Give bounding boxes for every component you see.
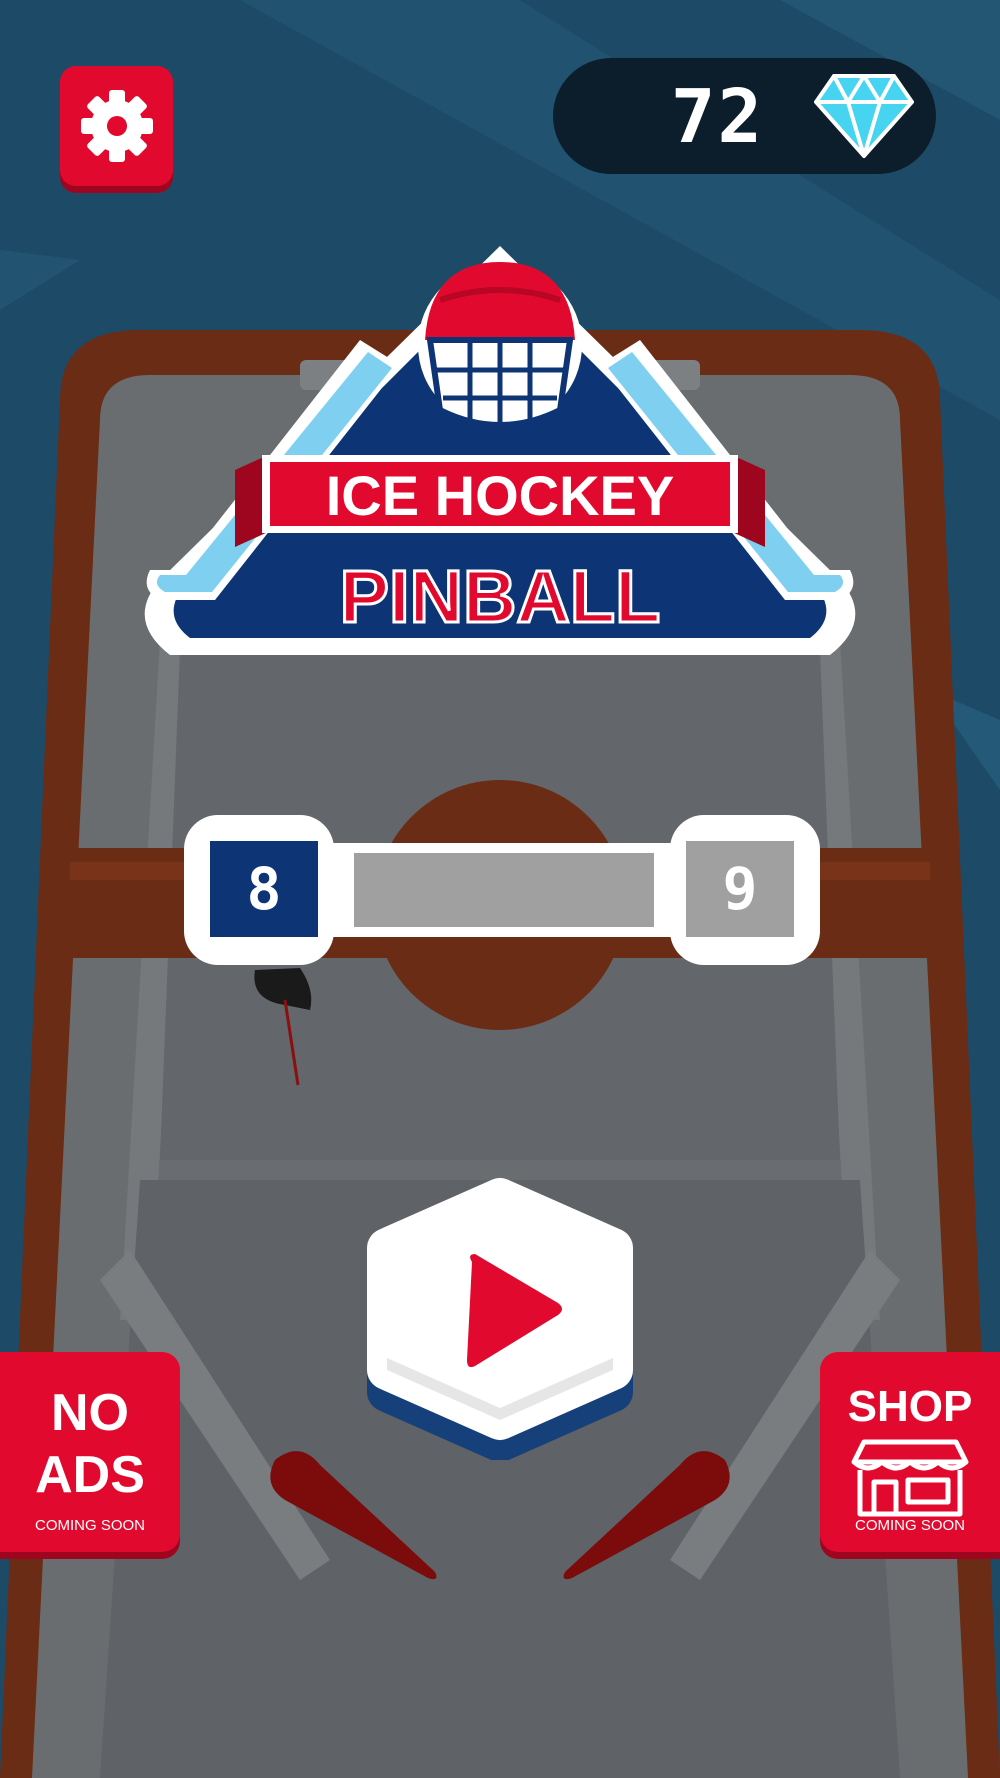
gear-icon <box>81 90 153 162</box>
store-icon <box>851 1439 969 1517</box>
diamond-icon <box>814 74 914 158</box>
shop-coming-soon: COMING SOON <box>854 1517 965 1534</box>
shop-button[interactable]: SHOP COMING SOON <box>820 1352 1000 1552</box>
shop-label: SHOP <box>847 1382 973 1431</box>
play-button[interactable] <box>355 1170 645 1462</box>
settings-button[interactable] <box>60 66 173 186</box>
logo-title-line1: ICE HOCKEY <box>326 464 675 527</box>
score-progress-bar <box>354 853 654 927</box>
score-cap-left: 8 <box>184 815 334 965</box>
current-level-box: 8 <box>210 841 318 937</box>
score-cap-right: 9 <box>670 815 820 965</box>
gem-count: 72 <box>670 74 764 160</box>
next-level-box: 9 <box>686 841 794 937</box>
no-ads-button[interactable]: NO ADS COMING SOON <box>0 1352 180 1552</box>
no-ads-label-line1: NO <box>51 1384 129 1442</box>
score-panel: 8 9 <box>184 815 820 965</box>
gem-counter: 72 <box>553 58 936 174</box>
no-ads-label-line2: ADS <box>35 1446 145 1504</box>
no-ads-coming-soon: COMING SOON <box>34 1517 145 1534</box>
logo-title-line2: PINBALL <box>340 555 661 638</box>
